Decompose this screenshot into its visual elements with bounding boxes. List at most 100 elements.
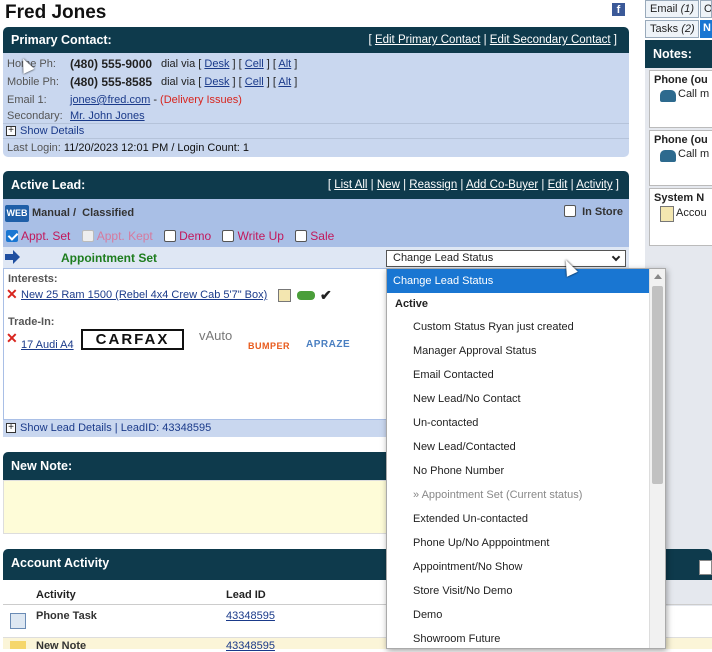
home-phone: (480) 555-9000 — [70, 57, 153, 71]
lead-status-select[interactable]: Change Lead Status — [386, 250, 626, 267]
dropdown-option[interactable]: New Lead/No Contact — [387, 387, 665, 411]
tab-notes[interactable]: N — [700, 20, 712, 38]
expand-icon[interactable]: + — [6, 126, 16, 137]
lead-milestones: Appt. Set Appt. Kept Demo Write Up Sale — [6, 229, 334, 243]
scrollbar-thumb[interactable] — [652, 286, 663, 484]
expand-icon[interactable]: + — [6, 423, 16, 434]
dropdown-option[interactable]: Email Contacted — [387, 363, 665, 387]
delivery-issues: (Delivery Issues) — [160, 94, 242, 106]
appt-kept-check[interactable]: Appt. Kept — [81, 229, 153, 243]
vauto-logo[interactable]: vAuto — [199, 328, 232, 343]
column-activity[interactable]: Activity — [36, 589, 76, 601]
note-title: Phone (ou — [654, 134, 708, 146]
mobile-phone: (480) 555-8585 — [70, 75, 153, 89]
demo-label: Demo — [179, 229, 212, 243]
dial-cell-link[interactable]: Cell — [245, 76, 264, 88]
show-details-label: Show Details — [20, 125, 85, 137]
edit-note-icon[interactable] — [278, 289, 291, 302]
lead-status-select-value: Change Lead Status — [393, 252, 494, 264]
sale-check[interactable]: Sale — [295, 229, 334, 243]
secondary-label: Secondary: — [7, 110, 63, 122]
note-card[interactable]: Phone (ou Call m — [649, 130, 712, 186]
remove-tradein-icon[interactable]: ✕ — [6, 330, 18, 347]
interests-label: Interests: — [8, 273, 58, 285]
checkmark-icon[interactable]: ✔ — [320, 287, 332, 304]
dropdown-option[interactable]: Showroom Future — [387, 627, 665, 648]
appt-kept-box[interactable] — [81, 230, 94, 242]
note-text: Accou — [676, 207, 707, 220]
in-store-label: In Store — [582, 206, 624, 218]
interest-vehicle-link[interactable]: New 25 Ram 1500 (Rebel 4x4 Crew Cab 5'7"… — [21, 289, 267, 301]
dial-desk-link[interactable]: Desk — [204, 76, 229, 88]
dropdown-scrollbar[interactable] — [649, 269, 665, 648]
appt-set-check[interactable]: Appt. Set — [6, 229, 70, 243]
secondary-contact-link[interactable]: Mr. John Jones — [70, 110, 145, 122]
reassign-link[interactable]: Reassign — [409, 179, 457, 191]
list-all-link[interactable]: List All — [334, 179, 367, 191]
new-lead-link[interactable]: New — [377, 179, 400, 191]
sale-box[interactable] — [295, 230, 308, 242]
last-login-value: 11/20/2023 12:01 PM / Login Count: 1 — [63, 142, 249, 154]
activity-lead-id-link[interactable]: 43348595 — [226, 641, 275, 652]
email-row: jones@fred.com - (Delivery Issues) — [70, 94, 242, 106]
dropdown-option[interactable]: Appointment/No Show — [387, 555, 665, 579]
edit-lead-link[interactable]: Edit — [548, 179, 568, 191]
in-store-box[interactable] — [564, 205, 576, 217]
email-label: Email 1: — [7, 94, 47, 106]
bumper-logo[interactable]: BUMPER — [248, 341, 290, 351]
edit-secondary-contact-link[interactable]: Edit Secondary Contact — [490, 34, 611, 46]
dial-desk-link[interactable]: Desk — [204, 58, 229, 70]
tab-other[interactable]: O — [700, 0, 712, 18]
activity-link[interactable]: Activity — [576, 179, 612, 191]
dropdown-option[interactable]: Extended Un-contacted — [387, 507, 665, 531]
show-details-row[interactable]: + Show Details — [3, 123, 629, 139]
lead-status-dropdown[interactable]: Change Lead Status Active Custom Status … — [386, 268, 666, 649]
apraze-logo[interactable]: APRAZE — [306, 339, 350, 350]
activity-collapse-button[interactable] — [699, 560, 712, 575]
in-store-checkbox[interactable]: In Store — [564, 205, 623, 218]
phone-icon — [660, 90, 676, 102]
write-up-label: Write Up — [237, 229, 284, 243]
appt-set-box[interactable] — [6, 230, 18, 242]
dropdown-option[interactable]: No Phone Number — [387, 459, 665, 483]
dial-alt-link[interactable]: Alt — [278, 76, 291, 88]
dial-cell-link[interactable]: Cell — [245, 58, 264, 70]
mobile-dial-options: dial via [ Desk ] [ Cell ] [ Alt ] — [161, 76, 298, 88]
dropdown-option-current[interactable]: » Appointment Set (Current status) — [387, 483, 665, 507]
dropdown-option[interactable]: Phone Up/No Apppointment — [387, 531, 665, 555]
write-up-check[interactable]: Write Up — [222, 229, 284, 243]
active-lead-title: Active Lead: — [11, 178, 86, 192]
dropdown-option[interactable]: Un-contacted — [387, 411, 665, 435]
demo-check[interactable]: Demo — [164, 229, 211, 243]
activity-lead-id-link[interactable]: 43348595 — [226, 610, 275, 622]
email-link[interactable]: jones@fred.com — [70, 94, 150, 106]
dropdown-option[interactable]: Store Visit/No Demo — [387, 579, 665, 603]
scroll-up-icon[interactable] — [654, 274, 662, 279]
sale-label: Sale — [310, 229, 335, 243]
facebook-icon[interactable]: f — [612, 3, 625, 16]
tab-email[interactable]: Email (1) — [645, 0, 699, 18]
note-card[interactable]: Phone (ou Call m — [649, 70, 712, 128]
write-up-box[interactable] — [222, 230, 235, 242]
note-card[interactable]: System N Accou — [649, 188, 712, 246]
demo-box[interactable] — [164, 230, 177, 242]
tab-tasks[interactable]: Tasks (2) — [645, 20, 699, 38]
column-lead-id[interactable]: Lead ID — [226, 589, 266, 601]
show-lead-details-label: Show Lead Details | LeadID: 43348595 — [20, 422, 212, 434]
dropdown-option[interactable]: Demo — [387, 603, 665, 627]
add-co-buyer-link[interactable]: Add Co-Buyer — [466, 179, 538, 191]
dropdown-option[interactable]: New Lead/Contacted — [387, 435, 665, 459]
handshake-icon[interactable] — [297, 291, 315, 300]
remove-interest-icon[interactable]: ✕ — [6, 286, 18, 303]
edit-primary-contact-link[interactable]: Edit Primary Contact — [375, 34, 480, 46]
dropdown-option[interactable]: Custom Status Ryan just created — [387, 315, 665, 339]
dial-alt-link[interactable]: Alt — [278, 58, 291, 70]
dropdown-option[interactable]: Manager Approval Status — [387, 339, 665, 363]
active-lead-header: Active Lead: [ List All | New | Reassign… — [3, 171, 629, 199]
lead-status: Appointment Set — [61, 251, 157, 265]
appt-set-label: Appt. Set — [21, 229, 71, 243]
arrow-head-icon — [13, 250, 20, 264]
carfax-logo[interactable]: CARFAX — [81, 329, 184, 350]
tradein-vehicle-link[interactable]: 17 Audi A4 — [21, 339, 74, 351]
dropdown-selected-option[interactable]: Change Lead Status — [387, 269, 649, 293]
